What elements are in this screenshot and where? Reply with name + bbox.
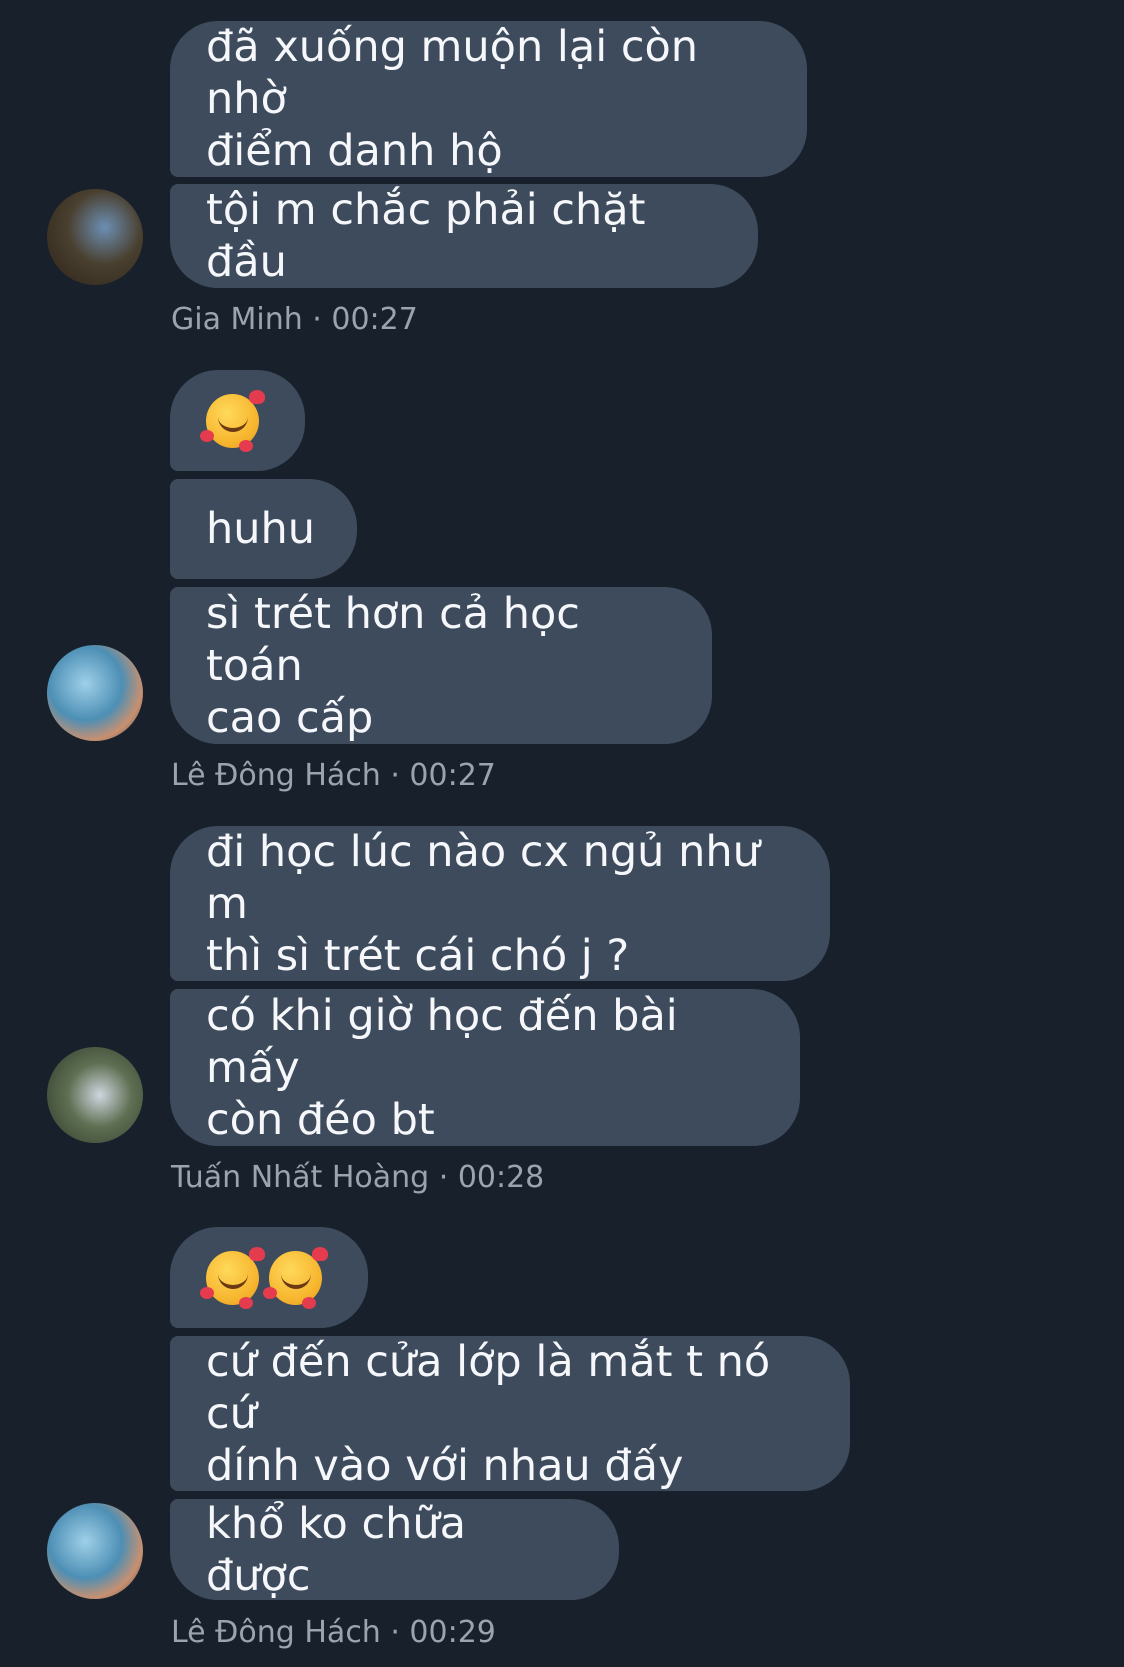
sender-time-label: Lê Đông Hách · 00:27	[171, 758, 496, 793]
message-bubble[interactable]: cứ đến cửa lớp là mắt t nó cứ dính vào v…	[170, 1336, 850, 1491]
sender-time-label: Lê Đông Hách · 00:29	[171, 1615, 496, 1650]
sender-time-label: Gia Minh · 00:27	[171, 302, 418, 337]
message-bubble-emoji[interactable]	[170, 370, 305, 471]
message-bubble[interactable]: đi học lúc nào cx ngủ như m thì sì trét …	[170, 826, 830, 981]
smiling-face-with-hearts-icon	[200, 1246, 265, 1309]
message-bubble[interactable]: có khi giờ học đến bài mấy còn đéo bt	[170, 989, 800, 1146]
avatar[interactable]	[47, 1047, 143, 1143]
message-bubble[interactable]: đã xuống muộn lại còn nhờ điểm danh hộ	[170, 21, 807, 177]
smiling-face-with-hearts-icon	[200, 389, 265, 452]
sender-time-label: Tuấn Nhất Hoàng · 00:28	[171, 1160, 545, 1195]
avatar[interactable]	[47, 645, 143, 741]
avatar[interactable]	[47, 1503, 143, 1599]
avatar[interactable]	[47, 189, 143, 285]
smiling-face-with-hearts-icon	[263, 1246, 328, 1309]
message-bubble-emoji[interactable]	[170, 1227, 368, 1328]
message-bubble[interactable]: khổ ko chữa được	[170, 1499, 619, 1601]
message-bubble[interactable]: tội m chắc phải chặt đầu	[170, 184, 758, 288]
message-bubble[interactable]: sì trét hơn cả học toán cao cấp	[170, 587, 712, 744]
message-bubble[interactable]: huhu	[170, 479, 357, 579]
